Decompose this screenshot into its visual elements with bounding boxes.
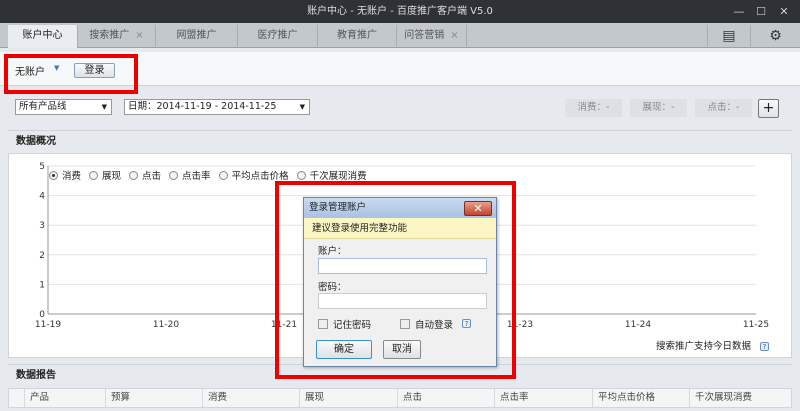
gear-icon[interactable]: ⚙ (750, 25, 800, 48)
impressions-stat: 展现：- (630, 99, 687, 117)
cancel-button[interactable]: 取消 (383, 340, 421, 359)
account-label: 账户： (318, 246, 347, 257)
checkbox-label: 自动登录 (415, 320, 454, 331)
select-value: 日期：2014-11-19 - 2014-11-25 (128, 101, 277, 112)
x-tick-label: 11-19 (35, 320, 61, 330)
chevron-down-icon: ▼ (299, 103, 305, 111)
x-tick-label: 11-24 (625, 320, 651, 330)
column-header[interactable]: 展现 (299, 389, 397, 407)
checkbox-box (318, 319, 328, 329)
auto-login-checkbox[interactable]: 自动登录 (400, 317, 453, 331)
y-tick-label: 4 (39, 192, 45, 202)
help-icon[interactable]: ? (462, 319, 471, 328)
note-text: 搜索推广支持今日数据 (655, 341, 751, 352)
column-header[interactable]: 预算 (105, 389, 202, 407)
overview-header: 数据概况 (8, 130, 792, 152)
tab-education-promotion[interactable]: 教育推广 (318, 25, 397, 48)
maximize-button[interactable]: ☐ (750, 0, 772, 23)
tab-label: 账户中心 (22, 30, 63, 41)
highlight-box (4, 54, 138, 94)
dialog-notice: 建议登录使用完整功能 (304, 218, 496, 239)
chevron-down-icon: ▼ (101, 103, 107, 111)
y-tick-label: 0 (39, 310, 45, 320)
tab-qa-marketing[interactable]: 问答营销 × (397, 25, 467, 48)
column-header[interactable]: 点击 (397, 389, 494, 407)
product-line-select[interactable]: 所有产品线 ▼ (15, 99, 112, 115)
y-tick-label: 5 (39, 162, 45, 172)
password-label: 密码： (318, 282, 347, 293)
tab-label: 医疗推广 (257, 30, 298, 41)
tab-account-center[interactable]: 账户中心 (8, 25, 78, 48)
report-table-header: 产品 预算 消费 展现 点击 点击率 平均点击价格 千次展现消费 (8, 388, 792, 408)
tab-bar: 账户中心 搜索推广 × 网盟推广 医疗推广 教育推广 问答营销 × ▤ ⚙ (0, 23, 800, 48)
tab-network-promotion[interactable]: 网盟推广 (156, 25, 238, 48)
tab-close-icon[interactable]: × (135, 30, 143, 41)
y-tick-label: 2 (39, 251, 45, 261)
minimize-button[interactable]: — (728, 0, 750, 23)
account-input[interactable] (318, 258, 487, 274)
column-header[interactable]: 产品 (24, 389, 105, 407)
y-tick-label: 3 (39, 221, 45, 231)
login-dialog: 登录管理账户 ✕ 建议登录使用完整功能 账户： 密码： 记住密码 自动登录 ? … (303, 197, 497, 367)
window-title: 账户中心 - 无账户 - 百度推广客户端 V5.0 (307, 6, 493, 17)
column-header[interactable]: 平均点击价格 (592, 389, 689, 407)
add-stat-button[interactable]: + (758, 99, 779, 118)
tab-close-icon[interactable]: × (450, 30, 458, 41)
password-input[interactable] (318, 293, 487, 309)
date-range-select[interactable]: 日期：2014-11-19 - 2014-11-25 ▼ (124, 99, 310, 115)
x-tick-label: 11-20 (153, 320, 179, 330)
tab-medical-promotion[interactable]: 医疗推广 (238, 25, 318, 48)
today-data-note: 搜索推广支持今日数据 ? (656, 338, 769, 352)
tab-label: 搜索推广 (89, 30, 130, 41)
column-header[interactable]: 消费 (202, 389, 299, 407)
tab-label: 问答营销 (404, 30, 445, 41)
column-header[interactable]: 点击率 (494, 389, 592, 407)
column-header[interactable]: 千次展现消费 (689, 389, 792, 407)
tab-label: 网盟推广 (176, 30, 217, 41)
remember-password-checkbox[interactable]: 记住密码 (318, 317, 371, 331)
tab-search-promotion[interactable]: 搜索推广 × (78, 25, 156, 48)
cost-stat: 消费：- (565, 99, 622, 117)
help-icon[interactable]: ? (760, 342, 769, 351)
tab-label: 教育推广 (337, 30, 377, 41)
select-value: 所有产品线 (19, 101, 67, 112)
x-tick-label: 11-25 (743, 320, 769, 330)
ok-button[interactable]: 确定 (316, 340, 372, 359)
message-icon[interactable]: ▤ (707, 25, 750, 48)
title-bar: 账户中心 - 无账户 - 百度推广客户端 V5.0 (0, 0, 800, 23)
dialog-close-button[interactable]: ✕ (464, 201, 492, 216)
close-button[interactable]: ✕ (773, 0, 795, 23)
checkbox-label: 记住密码 (333, 320, 372, 331)
checkbox-box (400, 319, 410, 329)
y-tick-label: 1 (39, 280, 45, 290)
clicks-stat: 点击：- (695, 99, 752, 117)
